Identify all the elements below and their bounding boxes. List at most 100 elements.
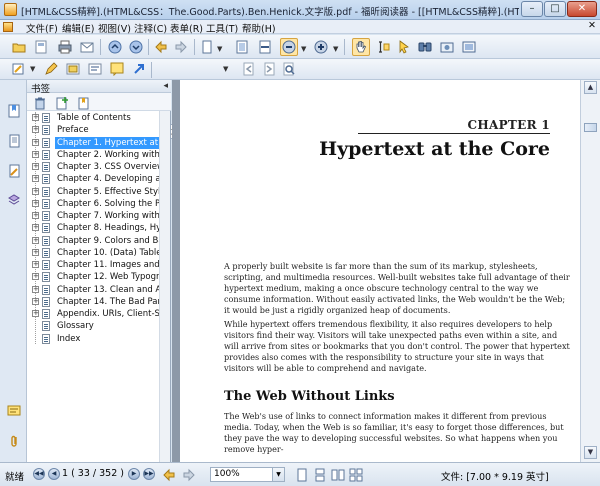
menu-form[interactable]: 表单(R) <box>170 21 203 35</box>
menu-close-doc-button[interactable]: ✕ <box>588 20 596 31</box>
scroll-up-icon[interactable]: ▲ <box>584 81 597 94</box>
expand-icon[interactable]: + <box>32 237 39 244</box>
expand-icon[interactable]: + <box>32 163 39 170</box>
nav-down-icon[interactable] <box>127 38 145 56</box>
bookmark-item[interactable]: + Chapter 8. Headings, Hyperlinks <box>27 222 160 234</box>
expand-icon[interactable]: + <box>32 188 39 195</box>
stamp-icon[interactable] <box>64 60 82 78</box>
bookmark-item[interactable]: + Chapter 7. Working with Lists <box>27 210 160 222</box>
pdf-page[interactable]: CHAPTER 1 Hypertext at the Core A proper… <box>180 80 580 462</box>
scroll-thumb[interactable] <box>584 123 597 132</box>
bookmark-item[interactable]: + Chapter 3. CSS Overview <box>27 161 160 173</box>
close-window-button[interactable]: ✕ <box>567 1 597 17</box>
menu-tools[interactable]: 工具(T) <box>206 21 238 35</box>
menu-comment[interactable]: 注释(C) <box>134 21 167 35</box>
zoom-in-icon[interactable] <box>312 38 330 56</box>
maximize-button[interactable]: □ <box>544 1 566 17</box>
zoom-select[interactable]: 100% ▼ <box>210 467 285 482</box>
expand-icon[interactable]: + <box>32 298 39 305</box>
chevron-down-icon[interactable]: ▼ <box>30 65 35 73</box>
menu-file[interactable]: 文件(F) <box>26 21 58 35</box>
page-indicator[interactable]: 1 ( 33 / 352 ) <box>62 468 124 479</box>
typewriter-icon[interactable] <box>460 38 478 56</box>
find-next-icon[interactable] <box>260 60 278 78</box>
bookmark-item[interactable]: Glossary <box>27 320 160 332</box>
collapse-panel-button[interactable]: ◂ <box>163 81 168 91</box>
bookmark-item[interactable]: + Chapter 9. Colors and Backgrounds <box>27 235 160 247</box>
bookmark-item[interactable]: + Preface <box>27 124 160 136</box>
fit-width-icon[interactable] <box>256 38 274 56</box>
bookmark-item[interactable]: + Chapter 14. The Bad Parts <box>27 296 160 308</box>
new-bookmark-icon[interactable] <box>75 94 93 112</box>
comments-panel-icon[interactable] <box>5 402 23 420</box>
link-icon[interactable] <box>130 60 148 78</box>
select-text-icon[interactable] <box>374 38 392 56</box>
last-page-button[interactable]: ▶▶ <box>143 468 155 480</box>
bookmark-item[interactable]: + Chapter 2. Working with HTML <box>27 149 160 161</box>
next-page-button[interactable]: ▶ <box>128 468 140 480</box>
menu-view[interactable]: 视图(V) <box>98 21 131 35</box>
expand-icon[interactable]: + <box>32 200 39 207</box>
expand-icon[interactable]: + <box>32 224 39 231</box>
delete-bookmark-icon[interactable] <box>31 94 49 112</box>
pages-icon[interactable] <box>5 132 23 150</box>
add-bookmark-icon[interactable] <box>53 94 71 112</box>
search-icon[interactable] <box>280 60 298 78</box>
bookmark-item[interactable]: + Chapter 11. Images and Multimedia <box>27 259 160 271</box>
back-view-icon[interactable] <box>160 466 178 484</box>
bookmark-item[interactable]: + Chapter 12. Web Typography <box>27 271 160 283</box>
zoom-out-icon[interactable] <box>280 38 298 56</box>
expand-icon[interactable]: + <box>32 151 39 158</box>
snapshot-icon[interactable] <box>438 38 456 56</box>
expand-icon[interactable]: + <box>32 114 39 121</box>
single-page-icon[interactable] <box>198 38 216 56</box>
bookmark-item[interactable]: + Chapter 10. (Data) Tables <box>27 247 160 259</box>
bookmark-item[interactable]: + Chapter 6. Solving the Puzzle <box>27 198 160 210</box>
bookmark-item[interactable]: + Chapter 5. Effective Style and <box>27 186 160 198</box>
bookmark-scrollbar[interactable] <box>159 111 170 462</box>
chevron-down-icon[interactable]: ▼ <box>333 45 338 53</box>
forward-icon[interactable] <box>172 38 190 56</box>
note-icon[interactable] <box>108 60 126 78</box>
menu-edit[interactable]: 编辑(E) <box>62 21 94 35</box>
fit-page-icon[interactable] <box>233 38 251 56</box>
text-box-icon[interactable] <box>86 60 104 78</box>
expand-icon[interactable]: + <box>32 310 39 317</box>
bookmark-item[interactable]: + Table of Contents <box>27 112 160 124</box>
chevron-down-icon[interactable]: ▼ <box>217 45 222 53</box>
expand-icon[interactable]: + <box>32 212 39 219</box>
continuous-view-icon[interactable] <box>311 466 329 484</box>
document-scrollbar[interactable]: ▲ ▼ <box>580 80 600 462</box>
bookmark-item[interactable]: + Chapter 13. Clean and Accessible <box>27 284 160 296</box>
nav-up-icon[interactable] <box>106 38 124 56</box>
continuous-facing-view-icon[interactable] <box>347 466 365 484</box>
document-view[interactable]: CHAPTER 1 Hypertext at the Core A proper… <box>172 80 580 462</box>
find-previous-icon[interactable] <box>240 60 258 78</box>
chevron-down-icon[interactable]: ▼ <box>272 468 284 481</box>
bookmark-item[interactable]: Index <box>27 333 160 345</box>
bookmark-icon[interactable] <box>5 102 23 120</box>
select-annotation-icon[interactable] <box>395 38 413 56</box>
paperclip-icon[interactable] <box>5 432 23 450</box>
minimize-button[interactable]: – <box>521 1 543 17</box>
scroll-down-icon[interactable]: ▼ <box>584 446 597 459</box>
expand-icon[interactable]: + <box>32 139 39 146</box>
save-icon[interactable] <box>32 38 50 56</box>
layers-icon[interactable] <box>5 162 23 180</box>
expand-icon[interactable]: + <box>32 126 39 133</box>
menu-help[interactable]: 帮助(H) <box>242 21 276 35</box>
email-icon[interactable] <box>78 38 96 56</box>
first-page-button[interactable]: ◀◀ <box>33 468 45 480</box>
print-icon[interactable] <box>56 38 74 56</box>
bookmark-item[interactable]: + Chapter 4. Developing a Healthy <box>27 173 160 185</box>
document-menu-icon[interactable] <box>3 22 13 32</box>
previous-page-button[interactable]: ◀ <box>48 468 60 480</box>
hand-tool-icon[interactable] <box>352 38 370 56</box>
find-icon[interactable] <box>416 38 434 56</box>
chevron-down-icon[interactable]: ▼ <box>301 45 306 53</box>
pencil-icon[interactable] <box>42 60 60 78</box>
chevron-down-icon[interactable]: ▼ <box>223 65 228 73</box>
open-folder-icon[interactable] <box>10 38 28 56</box>
bookmark-item[interactable]: + Appendix. URIs, Client-Server <box>27 308 160 320</box>
forward-view-icon[interactable] <box>180 466 198 484</box>
